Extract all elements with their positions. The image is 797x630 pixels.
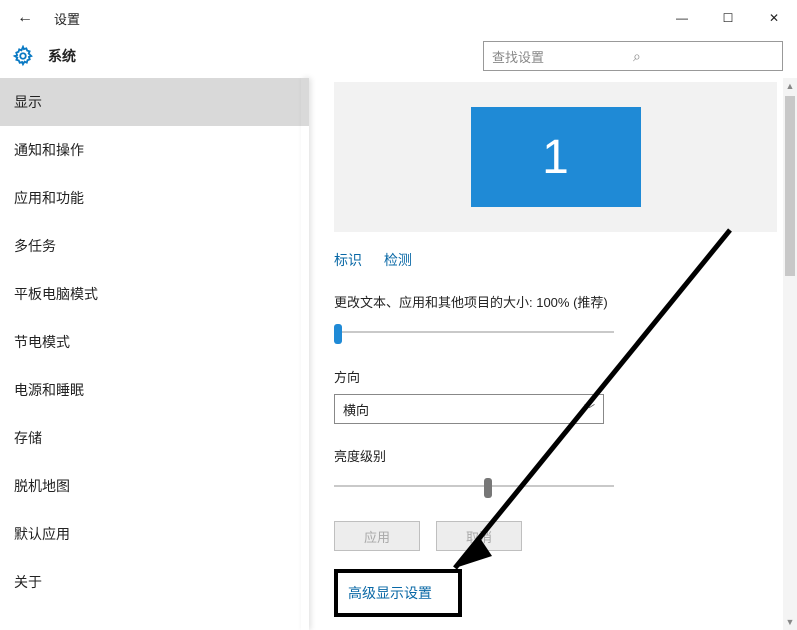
detect-link[interactable]: 检测 bbox=[384, 252, 412, 268]
scrollbar[interactable]: ▲ ▼ bbox=[783, 78, 797, 630]
orientation-label: 方向 bbox=[334, 367, 777, 386]
sidebar-item-storage[interactable]: 存储 bbox=[0, 414, 309, 462]
sidebar-item-apps[interactable]: 应用和功能 bbox=[0, 174, 309, 222]
search-icon: ⌕ bbox=[633, 48, 774, 65]
back-button[interactable]: ← bbox=[10, 9, 40, 27]
scale-label: 更改文本、应用和其他项目的大小: 100% (推荐) bbox=[334, 292, 777, 311]
titlebar: ← 设置 — ☐ ✕ bbox=[0, 0, 797, 36]
scroll-up-icon[interactable]: ▲ bbox=[783, 78, 797, 94]
sidebar-item-battery[interactable]: 节电模式 bbox=[0, 318, 309, 366]
orientation-select[interactable]: 横向 ﹀ bbox=[334, 394, 604, 424]
scrollbar-thumb[interactable] bbox=[785, 96, 795, 276]
sidebar: 显示 通知和操作 应用和功能 多任务 平板电脑模式 节电模式 电源和睡眠 存储 … bbox=[0, 78, 310, 630]
apply-button[interactable]: 应用 bbox=[334, 521, 420, 551]
sidebar-item-about[interactable]: 关于 bbox=[0, 558, 309, 606]
search-input[interactable]: 查找设置 ⌕ bbox=[483, 41, 783, 71]
sidebar-item-defaultapps[interactable]: 默认应用 bbox=[0, 510, 309, 558]
gear-icon bbox=[12, 45, 34, 67]
search-placeholder: 查找设置 bbox=[492, 47, 633, 66]
sidebar-item-display[interactable]: 显示 bbox=[0, 78, 309, 126]
scale-slider[interactable] bbox=[334, 321, 614, 345]
page-title: 系统 bbox=[48, 46, 76, 66]
brightness-slider[interactable] bbox=[334, 475, 614, 499]
brightness-slider-thumb[interactable] bbox=[484, 478, 492, 498]
advanced-display-link[interactable]: 高级显示设置 bbox=[348, 585, 432, 601]
monitor-1[interactable]: 1 bbox=[471, 107, 641, 207]
window-title: 设置 bbox=[54, 9, 80, 28]
cancel-button[interactable]: 取消 bbox=[436, 521, 522, 551]
sidebar-item-power[interactable]: 电源和睡眠 bbox=[0, 366, 309, 414]
identify-link[interactable]: 标识 bbox=[334, 252, 362, 268]
content-panel: 1 标识 检测 更改文本、应用和其他项目的大小: 100% (推荐) 方向 横向… bbox=[310, 78, 797, 630]
scroll-down-icon[interactable]: ▼ bbox=[783, 614, 797, 630]
sidebar-item-multitask[interactable]: 多任务 bbox=[0, 222, 309, 270]
scale-slider-thumb[interactable] bbox=[334, 324, 342, 344]
sidebar-item-offlinemaps[interactable]: 脱机地图 bbox=[0, 462, 309, 510]
header: 系统 查找设置 ⌕ bbox=[0, 36, 797, 76]
brightness-label: 亮度级别 bbox=[334, 446, 777, 465]
monitor-preview[interactable]: 1 bbox=[334, 82, 777, 232]
sidebar-item-notifications[interactable]: 通知和操作 bbox=[0, 126, 309, 174]
maximize-button[interactable]: ☐ bbox=[705, 3, 751, 33]
chevron-down-icon: ﹀ bbox=[584, 401, 595, 417]
minimize-button[interactable]: — bbox=[659, 3, 705, 33]
sidebar-item-tablet[interactable]: 平板电脑模式 bbox=[0, 270, 309, 318]
close-button[interactable]: ✕ bbox=[751, 3, 797, 33]
advanced-settings-highlight: 高级显示设置 bbox=[334, 569, 462, 617]
